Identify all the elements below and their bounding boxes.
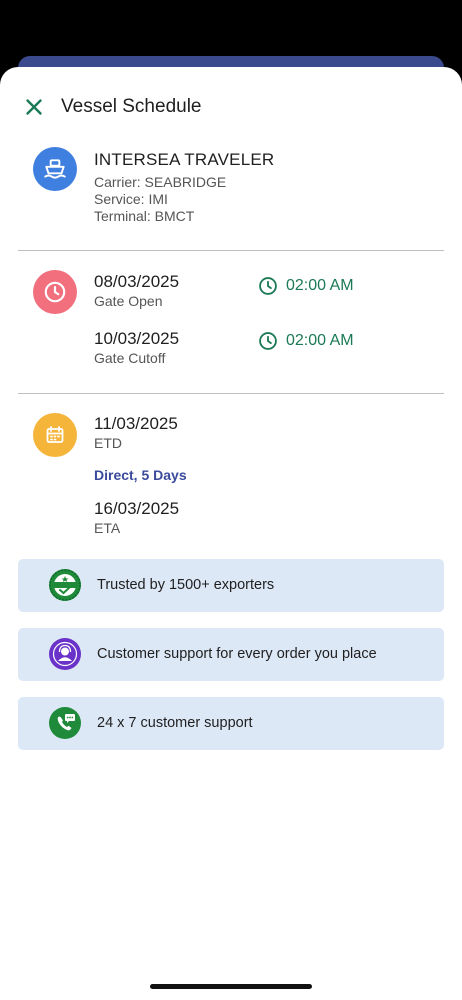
clock-outline-icon [259, 277, 277, 295]
clock-outline-icon [259, 332, 277, 350]
support-agent-icon [49, 638, 81, 670]
calendar-icon [33, 413, 77, 457]
divider [18, 393, 444, 394]
gate-open-time-text: 02:00 AM [286, 277, 354, 294]
support-247-banner: 24 x 7 customer support [18, 697, 444, 750]
gate-cutoff-label: Gate Cutoff [94, 350, 166, 366]
sheet-title: Vessel Schedule [61, 96, 202, 117]
vessel-schedule-sheet: Vessel Schedule INTERSEA TRAVELER Carrie… [0, 67, 462, 1000]
support-247-text: 24 x 7 customer support [97, 715, 253, 731]
etd-label: ETD [94, 435, 122, 451]
divider [18, 250, 444, 251]
gate-open-time: 02:00 AM [258, 275, 354, 297]
close-button[interactable] [22, 95, 46, 119]
gate-cutoff-date: 10/03/2025 [94, 329, 180, 348]
gate-open-label: Gate Open [94, 293, 163, 309]
ship-icon [33, 147, 77, 191]
trust-banner: Trusted by 1500+ exporters [18, 559, 444, 612]
gate-cutoff-time: 02:00 AM [258, 330, 354, 352]
gate-cutoff-time-text: 02:00 AM [286, 332, 354, 349]
carrier-text: Carrier: SEABRIDGE [94, 174, 227, 190]
gate-open-date: 08/03/2025 [94, 272, 180, 291]
vessel-name: INTERSEA TRAVELER [94, 150, 275, 169]
order-support-banner: Customer support for every order you pla… [18, 628, 444, 681]
close-icon [26, 99, 42, 115]
terminal-text: Terminal: BMCT [94, 208, 195, 224]
home-indicator[interactable] [150, 984, 312, 989]
phone-chat-icon [49, 707, 81, 739]
service-text: Service: IMI [94, 191, 168, 207]
etd-date: 11/03/2025 [94, 414, 178, 433]
trust-banner-text: Trusted by 1500+ exporters [97, 577, 275, 593]
sheet-header: Vessel Schedule [0, 67, 462, 149]
eta-label: ETA [94, 520, 121, 536]
order-support-text: Customer support for every order you pla… [97, 646, 377, 662]
eta-date: 16/03/2025 [94, 499, 180, 518]
clock-icon [33, 270, 77, 314]
trusted-badge-icon [49, 569, 81, 601]
route-info: Direct, 5 Days [94, 467, 187, 483]
